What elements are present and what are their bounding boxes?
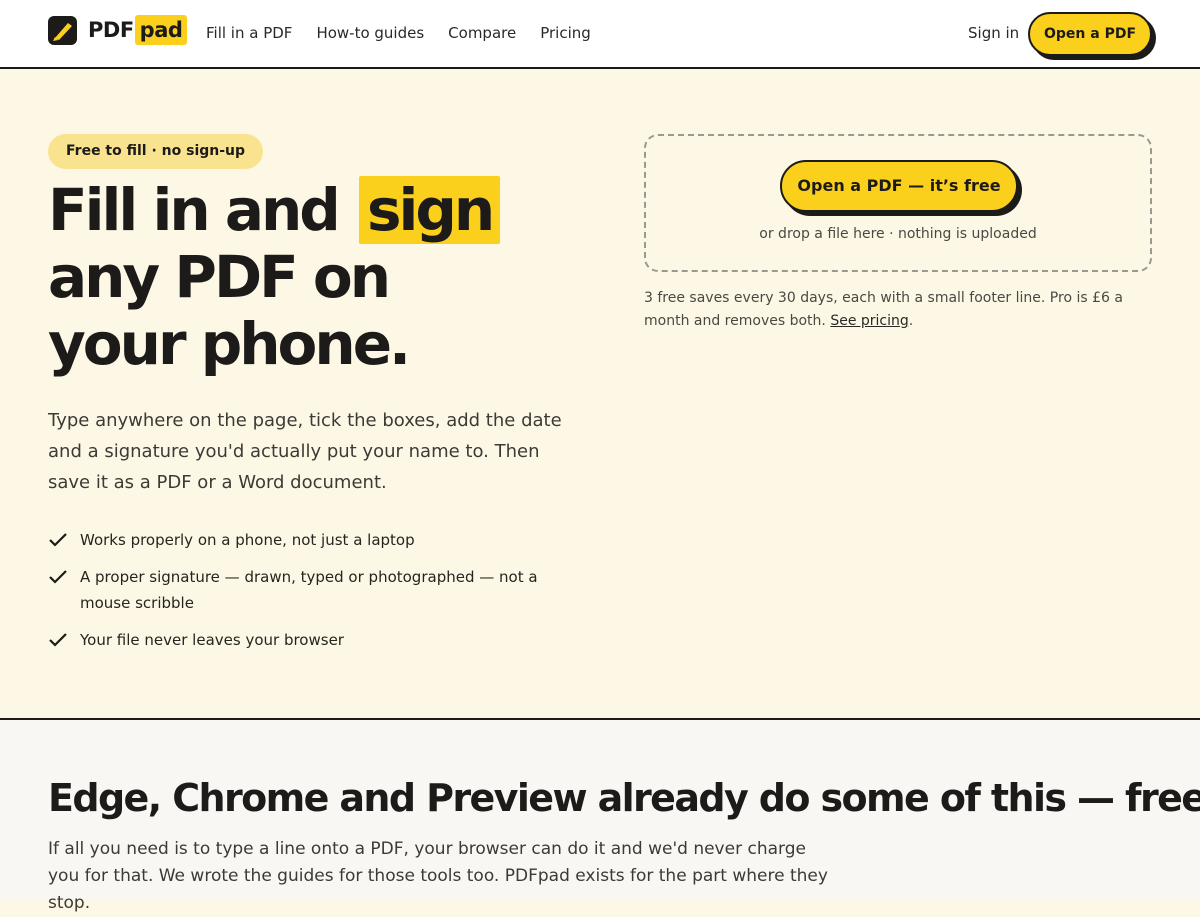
logo[interactable]: PDF pad — [48, 15, 188, 45]
main-nav: Fill in a PDF How-to guides Compare Pric… — [206, 24, 591, 42]
headline-line-1: Fill in and sign — [48, 176, 588, 244]
nav-fill-in-a-pdf[interactable]: Fill in a PDF — [206, 24, 292, 42]
nav-pricing[interactable]: Pricing — [540, 24, 591, 42]
logo-text-pad: pad — [134, 15, 188, 45]
site-header: PDF pad Fill in a PDF How-to guides Comp… — [0, 0, 1200, 69]
hero-section: Free to fill · no sign-up Fill in and si… — [0, 69, 1200, 718]
file-drop-zone[interactable]: Open a PDF — it’s free or drop a file he… — [644, 134, 1152, 272]
hero-lead: Type anywhere on the page, tick the boxe… — [48, 410, 562, 493]
feature-item: A proper signature — drawn, typed or pho… — [48, 564, 568, 616]
see-pricing-link[interactable]: See pricing — [830, 313, 908, 329]
open-pdf-free-button[interactable]: Open a PDF — it’s free — [780, 160, 1018, 212]
check-icon — [49, 570, 67, 584]
feature-item: Works properly on a phone, not just a la… — [48, 527, 568, 553]
check-icon — [49, 533, 67, 547]
headline-highlight: sign — [358, 176, 501, 244]
feature-text: Works properly on a phone, not just a la… — [80, 531, 415, 549]
logo-text-pdf: PDF — [88, 18, 134, 42]
drop-note: or drop a file here · nothing is uploade… — [759, 226, 1037, 242]
check-icon — [49, 633, 67, 647]
feature-text: Your file never leaves your browser — [80, 631, 344, 649]
feature-list: Works properly on a phone, not just a la… — [48, 527, 568, 664]
compare-title: Edge, Chrome and Preview already do some… — [48, 776, 1200, 820]
nav-compare[interactable]: Compare — [448, 24, 516, 42]
headline-line-3: your phone. — [48, 310, 411, 378]
pen-nib-icon — [48, 15, 77, 45]
headline-text-1: Fill in and — [48, 176, 341, 244]
feature-item: Your file never leaves your browser — [48, 627, 568, 653]
hero-headline: Fill in and sign any PDF on your phone. — [48, 176, 588, 378]
feature-text: A proper signature — drawn, typed or pho… — [80, 568, 538, 612]
sign-in-link[interactable]: Sign in — [968, 24, 1019, 42]
nav-how-to-guides[interactable]: How-to guides — [316, 24, 424, 42]
headline-line-2: any PDF on — [48, 243, 391, 311]
pricing-note: 3 free saves every 30 days, each with a … — [644, 287, 1154, 333]
free-badge: Free to fill · no sign-up — [48, 134, 264, 169]
open-pdf-button[interactable]: Open a PDF — [1028, 12, 1152, 56]
pricing-note-tail: . — [908, 313, 914, 329]
compare-body: If all you need is to type a line onto a… — [48, 839, 828, 913]
compare-section: Edge, Chrome and Preview already do some… — [0, 718, 1200, 913]
